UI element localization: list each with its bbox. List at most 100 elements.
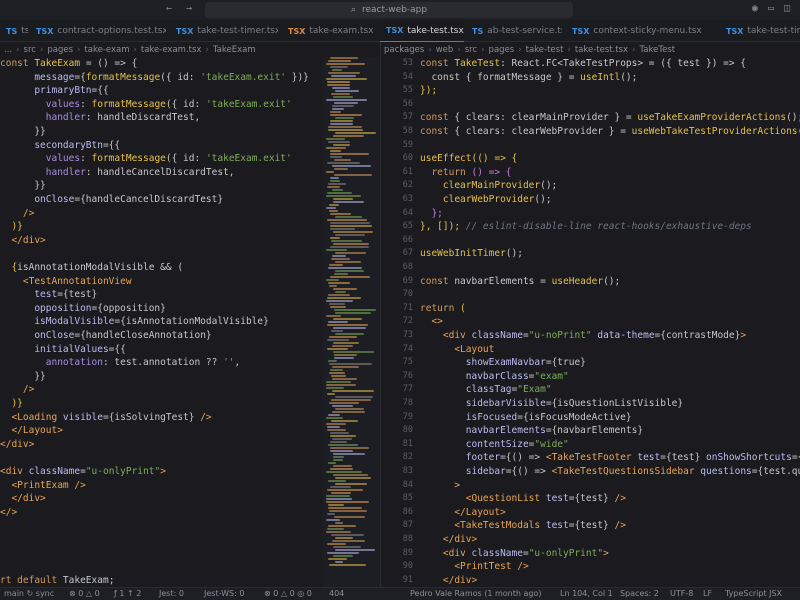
code-line[interactable]: isFocused={isFocusModeActive} <box>420 411 632 425</box>
breadcrumb-item[interactable]: src <box>465 45 477 55</box>
code-line[interactable]: </div> <box>420 533 477 547</box>
editor-pane-right[interactable]: const TakeTest: React.FC<TakeTestProps> … <box>420 57 800 587</box>
code-line[interactable]: <div className="u-noPrint" data-theme={c… <box>420 329 746 343</box>
code-line[interactable]: test={test} <box>0 288 97 302</box>
code-line[interactable]: )} <box>0 220 22 234</box>
code-line[interactable]: clearWebProvider(); <box>420 193 552 207</box>
code-line[interactable]: /> <box>0 383 34 397</box>
cursor-position-status[interactable]: Ln 104, Col 1 <box>560 589 613 598</box>
code-line[interactable]: > <box>420 479 460 493</box>
breadcrumb-item[interactable]: ... <box>4 45 12 55</box>
breadcrumb-item[interactable]: take-exam.tsx <box>141 45 202 55</box>
code-line[interactable]: <PrintExam /> <box>0 479 85 493</box>
code-line[interactable]: }} <box>0 370 45 384</box>
code-line[interactable]: footer={() => <TakeTestFooter test={test… <box>420 451 800 465</box>
status-item[interactable]: ⊗ 0 △ 0 ◎ 0 <box>264 589 312 598</box>
code-line[interactable]: initialValues={{ <box>0 343 126 357</box>
code-line[interactable]: rt default TakeExam; <box>0 574 114 587</box>
code-line[interactable]: opposition={opposition} <box>0 302 166 316</box>
code-line[interactable]: annotation: test.annotation ?? '', <box>0 356 241 370</box>
code-line[interactable]: <div className="u-onlyPrint"> <box>0 465 166 479</box>
code-line[interactable]: navbarElements={navbarElements} <box>420 424 643 438</box>
code-line[interactable]: }} <box>0 179 45 193</box>
code-line[interactable]: }; <box>420 207 442 221</box>
code-line[interactable]: <> <box>420 315 442 329</box>
breadcrumb-item[interactable]: take-exam <box>84 45 129 55</box>
code-line[interactable]: contentSize="wide" <box>420 438 569 452</box>
code-line[interactable]: </> <box>0 506 17 520</box>
code-line[interactable]: </Layout> <box>420 506 505 520</box>
tab-7[interactable]: TSXtake-test-timer.tsx <box>720 20 800 42</box>
code-line[interactable]: <TakeTestModals test={test} /> <box>420 519 626 533</box>
breadcrumb-item[interactable]: take-test <box>526 45 564 55</box>
command-center-search[interactable]: ⌕ react-web-app <box>205 2 573 18</box>
code-line[interactable]: <Layout <box>420 343 494 357</box>
status-item[interactable]: Jest: 0 <box>159 589 184 598</box>
code-line[interactable]: const TakeTest: React.FC<TakeTestProps> … <box>420 57 746 71</box>
code-line[interactable]: {isAnnotationModalVisible && ( <box>0 261 183 275</box>
code-line[interactable]: }} <box>0 125 45 139</box>
language-mode-status[interactable]: TypeScript JSX <box>725 589 782 598</box>
code-line[interactable]: values: formatMessage({ id: 'takeExam.ex… <box>0 152 292 166</box>
code-line[interactable]: const TakeExam = () => { <box>0 57 137 71</box>
code-line[interactable]: handler: handleDiscardTest, <box>0 111 200 125</box>
code-line[interactable]: </div> <box>0 438 34 452</box>
layout-icon[interactable]: ▭ <box>768 3 774 14</box>
code-line[interactable]: return () => { <box>420 166 511 180</box>
breadcrumb-item[interactable]: pages <box>489 45 515 55</box>
status-item[interactable]: main ↻ sync <box>4 589 54 598</box>
breadcrumb-item[interactable]: pages <box>47 45 73 55</box>
code-line[interactable]: onClose={handleCancelDiscardTest} <box>0 193 223 207</box>
code-line[interactable]: message={formatMessage({ id: 'takeExam.e… <box>0 71 309 85</box>
code-line[interactable]: }, []); // eslint-disable-line react-hoo… <box>420 220 752 234</box>
code-line[interactable]: sidebarVisible={isQuestionListVisible} <box>420 397 683 411</box>
code-line[interactable]: classTag="Exam" <box>420 383 552 397</box>
code-line[interactable]: values: formatMessage({ id: 'takeExam.ex… <box>0 98 292 112</box>
code-line[interactable]: /> <box>0 207 34 221</box>
breadcrumb-item[interactable]: TakeTest <box>640 45 676 55</box>
forward-arrow-icon[interactable]: → <box>186 3 192 14</box>
code-line[interactable]: sidebar={() => <TakeTestQuestionsSidebar… <box>420 465 800 479</box>
code-line[interactable]: const { clears: clearWebProvider } = use… <box>420 125 800 139</box>
split-icon[interactable]: ◫ <box>784 3 790 14</box>
code-line[interactable]: const { formatMessage } = useIntl(); <box>420 71 637 85</box>
breadcrumb-item[interactable]: packages <box>384 45 424 55</box>
code-line[interactable]: return ( <box>420 302 466 316</box>
back-arrow-icon[interactable]: ← <box>166 3 172 14</box>
code-line[interactable]: isModalVisible={isAnnotationModalVisible… <box>0 315 269 329</box>
eol-status[interactable]: LF <box>703 589 712 598</box>
code-line[interactable]: handler: handleCancelDiscardTest, <box>0 166 235 180</box>
code-line[interactable]: <QuestionList test={test} /> <box>420 492 626 506</box>
indentation-status[interactable]: Spaces: 2 <box>620 589 659 598</box>
account-icon[interactable]: ◉ <box>752 3 758 14</box>
breadcrumb-item[interactable]: TakeExam <box>213 45 256 55</box>
tab-2[interactable]: TSX take-test-timer.tsx <box>170 20 278 42</box>
tab-1[interactable]: TSX contract-options.test.tsx <box>30 20 166 42</box>
encoding-status[interactable]: UTF-8 <box>670 589 693 598</box>
code-line[interactable]: useWebInitTimer(); <box>420 247 523 261</box>
breadcrumb-item[interactable]: src <box>24 45 36 55</box>
code-line[interactable]: secondaryBtn={{ <box>0 139 120 153</box>
code-line[interactable]: primaryBtn={{ <box>0 84 108 98</box>
code-line[interactable]: </div> <box>0 234 45 248</box>
tab-6[interactable]: TSX context-sticky-menu.tsx <box>566 20 716 42</box>
code-line[interactable]: useEffect(() => { <box>420 152 517 166</box>
status-item[interactable]: Jest-WS: 0 <box>204 589 244 598</box>
status-item[interactable]: ⊗ 0 △ 0 <box>69 589 100 598</box>
code-line[interactable]: const { clears: clearMainProvider } = us… <box>420 111 800 125</box>
breadcrumb-item[interactable]: take-test.tsx <box>575 45 628 55</box>
editor-pane-left[interactable]: const TakeExam = () => { message={format… <box>0 57 322 587</box>
code-line[interactable]: navbarClass="exam" <box>420 370 569 384</box>
tab-5[interactable]: TS ab-test-service.ts <box>466 20 562 42</box>
code-line[interactable]: <PrintTest /> <box>420 560 528 574</box>
status-item[interactable]: ƒ 1 ↑ 2 <box>114 589 141 598</box>
code-line[interactable]: }); <box>420 84 437 98</box>
tab-3[interactable]: TSX take-exam.tsx <box>282 20 376 42</box>
code-line[interactable]: showExamNavbar={true} <box>420 356 586 370</box>
code-line[interactable]: const navbarElements = useHeader(); <box>420 275 620 289</box>
code-line[interactable]: </div> <box>0 492 45 506</box>
tab-0[interactable]: TS ts <box>0 20 28 42</box>
code-line[interactable]: <TestAnnotationView <box>0 275 132 289</box>
tab-4[interactable]: TSXtake-test.tsx✕ <box>380 20 464 42</box>
code-line[interactable]: </Layout> <box>0 424 62 438</box>
